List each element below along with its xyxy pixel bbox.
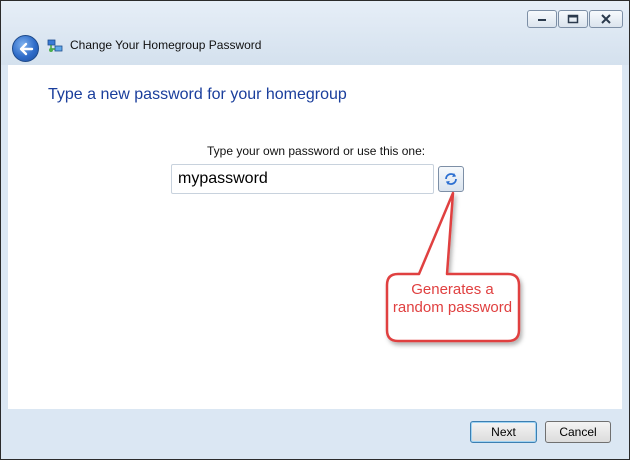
callout-text: Generates a random password xyxy=(392,281,513,316)
callout-balloon xyxy=(385,191,521,343)
dialog-window: Change Your Homegroup Password Type a ne… xyxy=(0,0,630,460)
cancel-button[interactable]: Cancel xyxy=(545,421,611,443)
next-button[interactable]: Next xyxy=(470,421,537,443)
